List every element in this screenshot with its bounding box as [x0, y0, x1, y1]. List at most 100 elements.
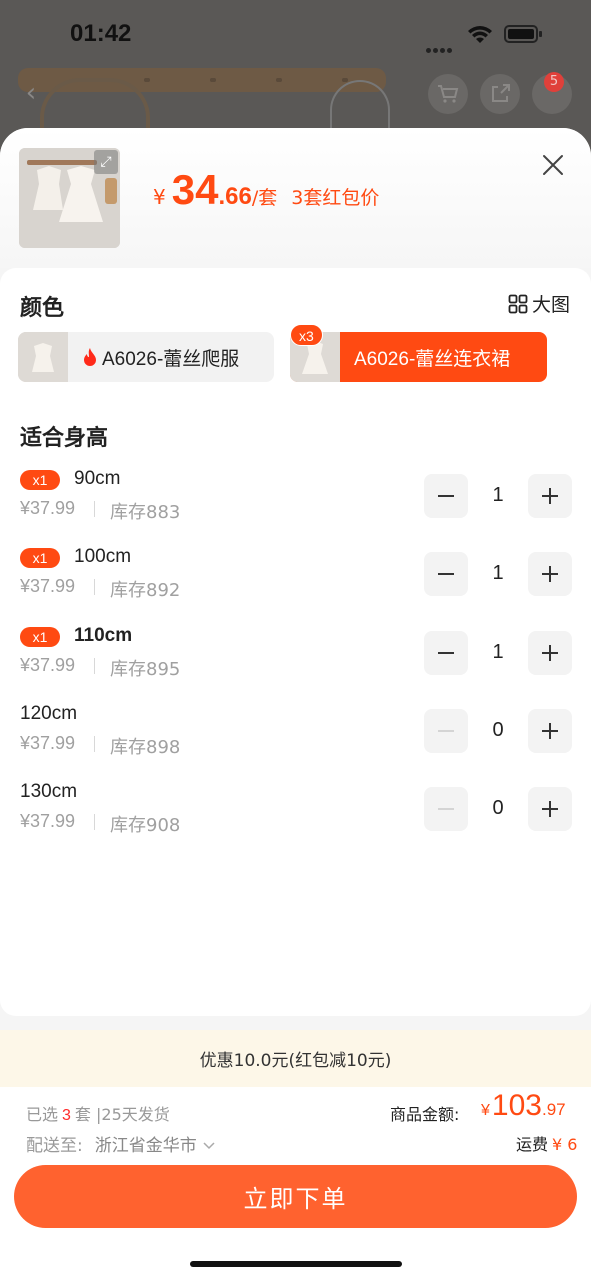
freight-label: 运费	[516, 1135, 549, 1154]
fire-icon	[84, 348, 96, 366]
size-name: 110cm	[74, 625, 133, 646]
plus-icon	[542, 488, 558, 504]
size-stock: 库存898	[110, 737, 181, 758]
minus-icon	[438, 652, 454, 654]
price-currency: ¥	[153, 185, 166, 209]
size-name: 130cm	[20, 781, 78, 802]
color-option-label: A6026-蕾丝爬服	[102, 348, 240, 370]
minus-icon	[438, 730, 454, 732]
size-row-130cm: 130cm ¥37.99 库存908 0	[0, 781, 591, 851]
size-row-90cm: x1 90cm ¥37.99 库存883 1	[0, 468, 591, 538]
wifi-icon	[468, 26, 492, 43]
quantity-value[interactable]: 0	[476, 797, 520, 820]
selected-prefix: 已选	[26, 1105, 59, 1124]
size-stock: 库存908	[110, 815, 181, 836]
cart-count-badge: 5	[544, 72, 564, 92]
size-stock: 库存895	[110, 659, 181, 680]
decrease-button[interactable]	[424, 552, 468, 596]
decrease-button[interactable]	[424, 474, 468, 518]
sku-selector-sheet: ⤢ ¥ 34 .66 /套 3套红包价 颜色 大图 A6026-蕾丝爬服 A60…	[0, 128, 591, 1280]
minus-icon	[438, 808, 454, 810]
divider	[94, 579, 95, 595]
battery-icon	[504, 25, 542, 43]
decrease-button[interactable]	[424, 709, 468, 753]
sku-content: 颜色 大图 A6026-蕾丝爬服 A6026-蕾丝连衣裙 x3 适合身高 x1 …	[0, 268, 591, 1016]
decrease-button[interactable]	[424, 787, 468, 831]
sheet-header: ⤢ ¥ 34 .66 /套 3套红包价	[0, 128, 591, 268]
grid-icon	[508, 294, 528, 313]
expand-icon[interactable]: ⤢	[94, 150, 118, 174]
price-decimal: .66	[218, 183, 252, 210]
size-price: ¥37.99	[20, 811, 76, 831]
size-price: ¥37.99	[20, 576, 76, 596]
selected-summary: 已选 3 套 |25天发货	[26, 1101, 170, 1125]
color-option-romper[interactable]: A6026-蕾丝爬服	[18, 332, 274, 382]
size-qty-badge: x1	[20, 470, 60, 490]
selected-count: 3	[62, 1107, 71, 1124]
total-amount: ¥ 103 .97	[481, 1089, 566, 1123]
size-row-100cm: x1 100cm ¥37.99 库存892 1	[0, 546, 591, 616]
increase-button[interactable]	[528, 474, 572, 518]
freight-value: ¥ 6	[552, 1135, 578, 1154]
unit-price: ¥ 34 .66 /套 3套红包价	[153, 166, 379, 214]
increase-button[interactable]	[528, 631, 572, 675]
ship-label: 配送至:	[26, 1136, 83, 1156]
discount-banner: 优惠10.0元(红包减10元)	[0, 1030, 591, 1087]
ship-location: 浙江省金华市	[94, 1136, 197, 1156]
quantity-value[interactable]: 1	[476, 484, 520, 507]
size-stock: 库存892	[110, 580, 181, 601]
place-order-button[interactable]: 立即下单	[14, 1165, 577, 1228]
checkout-footer: 已选 3 套 |25天发货 配送至: 浙江省金华市 商品金额: ¥ 103 .97 运…	[0, 1087, 591, 1280]
quantity-value[interactable]: 1	[476, 641, 520, 664]
signal-icon	[426, 38, 456, 53]
size-name: 120cm	[20, 703, 78, 724]
size-stock: 库存883	[110, 502, 181, 523]
divider	[94, 814, 95, 830]
divider	[94, 736, 95, 752]
increase-button[interactable]	[528, 787, 572, 831]
total-label: 商品金额:	[390, 1105, 460, 1124]
discount-text: 优惠10.0元(红包减10元)	[199, 1051, 392, 1071]
price-unit: /套	[251, 187, 278, 209]
share-icon	[480, 74, 520, 114]
total-currency: ¥	[481, 1102, 490, 1119]
freight: 运费 ¥ 6	[516, 1131, 577, 1155]
status-time: 01:42	[70, 20, 132, 47]
quantity-value[interactable]: 1	[476, 562, 520, 585]
chevron-down-icon	[203, 1142, 215, 1150]
big-image-label: 大图	[532, 294, 571, 316]
selected-suffix: 套 |25天发货	[74, 1105, 170, 1124]
quantity-value[interactable]: 0	[476, 719, 520, 742]
increase-button[interactable]	[528, 709, 572, 753]
total-decimal: .97	[541, 1100, 566, 1119]
size-name: 90cm	[74, 468, 121, 489]
total-integer: 103	[491, 1089, 542, 1122]
size-row-120cm: 120cm ¥37.99 库存898 0	[0, 703, 591, 773]
size-name: 100cm	[74, 546, 132, 567]
color-option-dress[interactable]: A6026-蕾丝连衣裙 x3	[290, 324, 547, 382]
product-thumbnail[interactable]: ⤢	[19, 148, 120, 248]
increase-button[interactable]	[528, 552, 572, 596]
back-icon: ‹	[25, 78, 37, 108]
shipping-address[interactable]: 配送至: 浙江省金华市	[26, 1131, 216, 1156]
color-option-label: A6026-蕾丝连衣裙	[354, 348, 511, 370]
size-price: ¥37.99	[20, 733, 76, 753]
plus-icon	[542, 723, 558, 739]
divider	[94, 501, 95, 517]
price-integer: 34	[171, 166, 219, 213]
big-image-button[interactable]: 大图	[508, 290, 570, 317]
selected-count-badge: x3	[290, 324, 323, 346]
plus-icon	[542, 801, 558, 817]
close-icon[interactable]	[538, 150, 568, 180]
color-option-image	[18, 332, 68, 382]
plus-icon	[542, 645, 558, 661]
price-note: 3套红包价	[291, 187, 380, 209]
plus-icon	[542, 566, 558, 582]
size-price: ¥37.99	[20, 655, 76, 675]
cart-icon	[428, 74, 468, 114]
divider	[94, 658, 95, 674]
minus-icon	[438, 495, 454, 497]
size-price: ¥37.99	[20, 498, 76, 518]
decrease-button[interactable]	[424, 631, 468, 675]
status-bar: 01:42	[0, 0, 591, 64]
